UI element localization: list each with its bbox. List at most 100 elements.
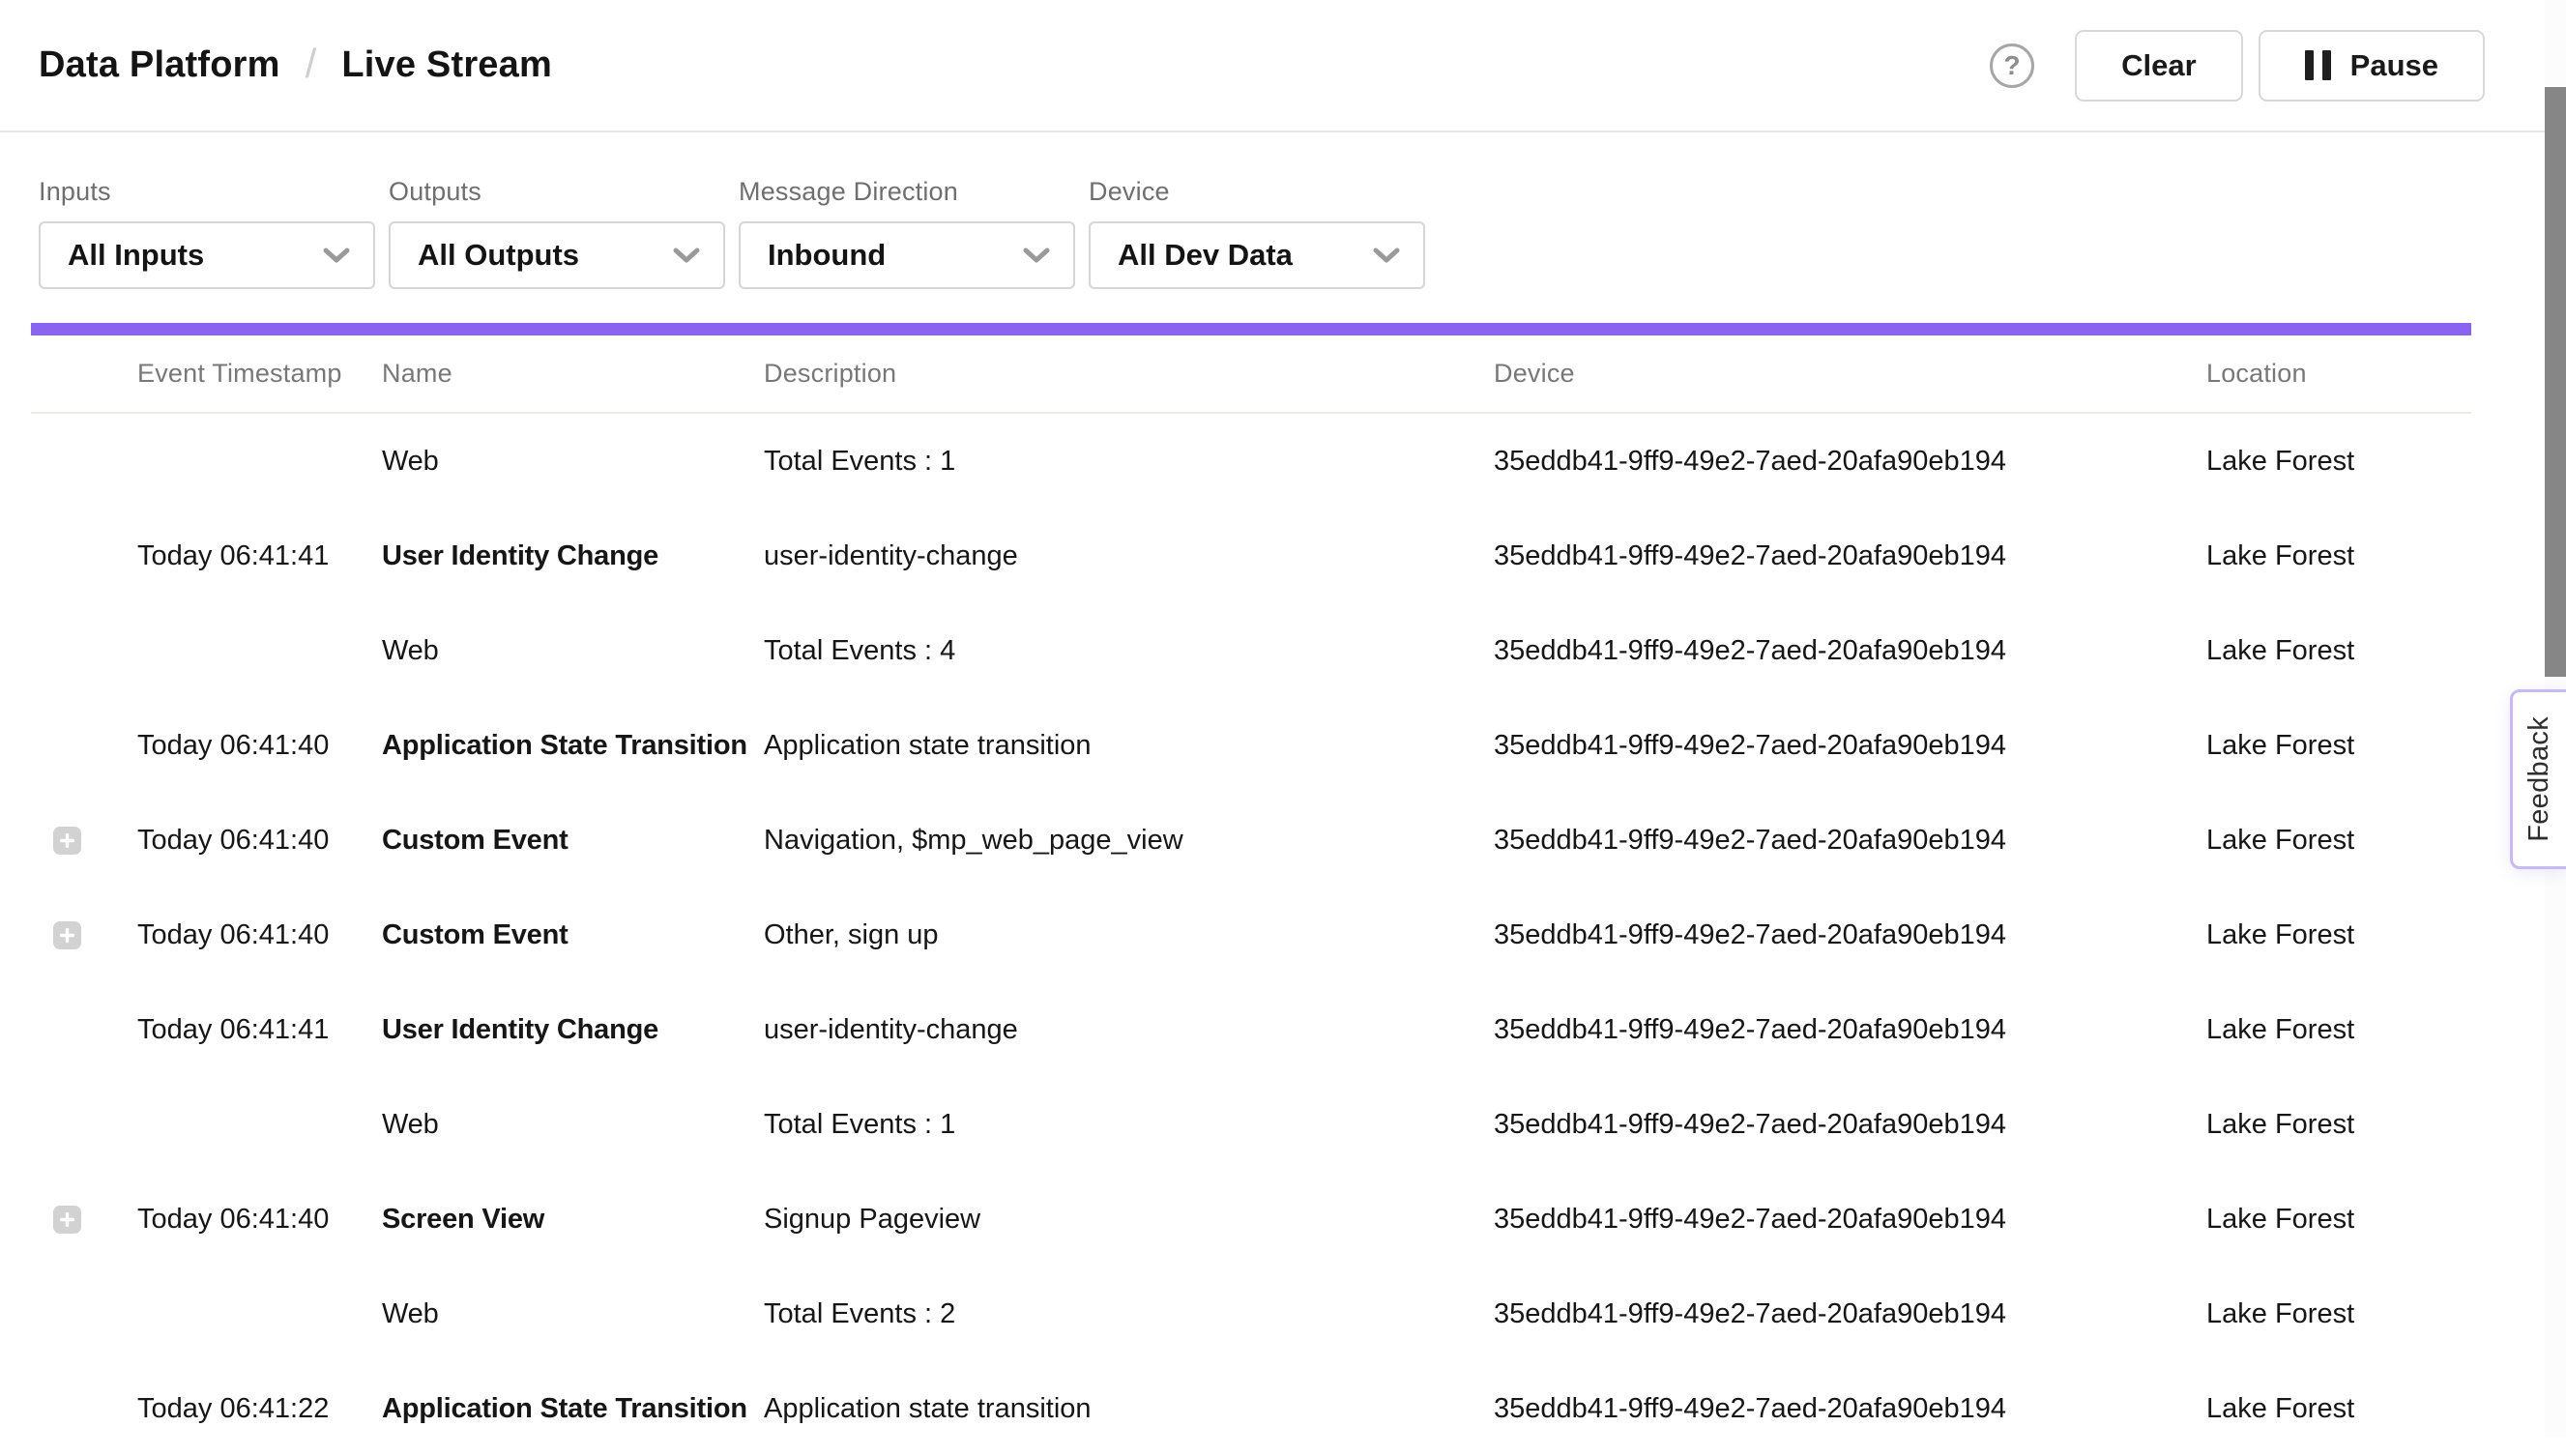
cell-description: Total Events : 2: [764, 1298, 1494, 1330]
feedback-tab[interactable]: Feedback: [2510, 689, 2566, 869]
cell-device: 35eddb41-9ff9-49e2-7aed-20afa90eb194: [1494, 446, 2206, 478]
filter-outputs-label: Outputs: [389, 177, 725, 207]
cell-location: Lake Forest: [2206, 825, 2471, 857]
accent-bar: [31, 323, 2471, 335]
cell-description: Application state transition: [764, 730, 1494, 762]
cell-device: 35eddb41-9ff9-49e2-7aed-20afa90eb194: [1494, 540, 2206, 572]
cell-timestamp: Today 06:41:41: [137, 540, 382, 572]
topbar-actions: ? Clear Pause: [1990, 30, 2485, 102]
table-row: Today 06:41:40 Custom Event Navigation, …: [31, 793, 2471, 888]
filter-inputs-label: Inputs: [39, 177, 375, 207]
help-icon[interactable]: ?: [1990, 44, 2034, 88]
cell-location: Lake Forest: [2206, 730, 2471, 762]
pause-button-label: Pause: [2350, 48, 2438, 83]
expand-row-button[interactable]: [53, 921, 81, 949]
filter-outputs: Outputs All Outputs: [389, 177, 725, 289]
column-header-event-timestamp: Event Timestamp: [137, 359, 382, 389]
table-row: Web Total Events : 1 35eddb41-9ff9-49e2-…: [31, 414, 2471, 509]
breadcrumb-separator: /: [306, 41, 317, 87]
cell-device: 35eddb41-9ff9-49e2-7aed-20afa90eb194: [1494, 730, 2206, 762]
inputs-select-value: All Inputs: [68, 238, 204, 273]
inputs-select[interactable]: All Inputs: [39, 221, 375, 289]
live-stream-table: Event Timestamp Name Description Device …: [31, 323, 2471, 1456]
cell-device: 35eddb41-9ff9-49e2-7aed-20afa90eb194: [1494, 1109, 2206, 1141]
breadcrumb-data-platform[interactable]: Data Platform: [39, 44, 280, 86]
feedback-tab-label: Feedback: [2523, 716, 2555, 842]
device-select[interactable]: All Dev Data: [1089, 221, 1425, 289]
cell-location: Lake Forest: [2206, 1014, 2471, 1046]
cell-name: User Identity Change: [382, 540, 764, 572]
filter-message-direction-label: Message Direction: [739, 177, 1075, 207]
cell-device: 35eddb41-9ff9-49e2-7aed-20afa90eb194: [1494, 1204, 2206, 1236]
cell-name: Application State Transition: [382, 1393, 764, 1425]
filter-message-direction: Message Direction Inbound: [739, 177, 1075, 289]
cell-location: Lake Forest: [2206, 446, 2471, 478]
cell-name: Custom Event: [382, 825, 764, 857]
cell-location: Lake Forest: [2206, 1204, 2471, 1236]
cell-location: Lake Forest: [2206, 540, 2471, 572]
filter-device: Device All Dev Data: [1089, 177, 1425, 289]
chevron-down-icon: [673, 248, 700, 264]
table-row: Web Total Events : 1 35eddb41-9ff9-49e2-…: [31, 1077, 2471, 1172]
table-row: Web Total Events : 2 35eddb41-9ff9-49e2-…: [31, 1267, 2471, 1361]
table-row: Web Total Events : 4 35eddb41-9ff9-49e2-…: [31, 603, 2471, 698]
cell-description: Navigation, $mp_web_page_view: [764, 825, 1494, 857]
cell-description: Application state transition: [764, 1393, 1494, 1425]
filter-device-label: Device: [1089, 177, 1425, 207]
chevron-down-icon: [1023, 248, 1050, 264]
cell-description: Total Events : 4: [764, 635, 1494, 667]
outputs-select-value: All Outputs: [418, 238, 579, 273]
cell-location: Lake Forest: [2206, 919, 2471, 951]
cell-location: Lake Forest: [2206, 1109, 2471, 1141]
cell-name: Web: [382, 1109, 764, 1141]
message-direction-select[interactable]: Inbound: [739, 221, 1075, 289]
cell-name: Web: [382, 446, 764, 478]
cell-description: Other, sign up: [764, 919, 1494, 951]
cell-device: 35eddb41-9ff9-49e2-7aed-20afa90eb194: [1494, 635, 2206, 667]
cell-location: Lake Forest: [2206, 635, 2471, 667]
cell-device: 35eddb41-9ff9-49e2-7aed-20afa90eb194: [1494, 1014, 2206, 1046]
filter-bar: Inputs All Inputs Outputs All Outputs Me…: [0, 132, 2566, 289]
top-bar: Data Platform / Live Stream ? Clear Paus…: [0, 0, 2566, 132]
table-row: Today 06:41:41 User Identity Change user…: [31, 982, 2471, 1077]
column-header-location: Location: [2206, 359, 2471, 389]
expand-row-button[interactable]: [53, 1206, 81, 1234]
cell-description: Total Events : 1: [764, 1109, 1494, 1141]
expand-row-button[interactable]: [53, 827, 81, 855]
filter-inputs: Inputs All Inputs: [39, 177, 375, 289]
clear-button[interactable]: Clear: [2075, 30, 2243, 102]
column-header-description: Description: [764, 359, 1494, 389]
clear-button-label: Clear: [2121, 48, 2197, 83]
cell-device: 35eddb41-9ff9-49e2-7aed-20afa90eb194: [1494, 825, 2206, 857]
table-body: Web Total Events : 1 35eddb41-9ff9-49e2-…: [31, 414, 2471, 1456]
cell-name: Web: [382, 635, 764, 667]
cell-timestamp: Today 06:41:41: [137, 1014, 382, 1046]
cell-location: Lake Forest: [2206, 1393, 2471, 1425]
outputs-select[interactable]: All Outputs: [389, 221, 725, 289]
cell-timestamp: Today 06:41:22: [137, 1393, 382, 1425]
cell-description: user-identity-change: [764, 540, 1494, 572]
table-row: Today 06:41:40 Application State Transit…: [31, 698, 2471, 793]
cell-timestamp: Today 06:41:40: [137, 919, 382, 951]
cell-name: Screen View: [382, 1204, 764, 1236]
cell-description: user-identity-change: [764, 1014, 1494, 1046]
table-row: Today 06:41:22 Application State Transit…: [31, 1361, 2471, 1456]
cell-description: Signup Pageview: [764, 1204, 1494, 1236]
table-row: Today 06:41:41 User Identity Change user…: [31, 509, 2471, 603]
table-row: Today 06:41:40 Screen View Signup Pagevi…: [31, 1172, 2471, 1267]
breadcrumb: Data Platform / Live Stream: [39, 43, 552, 89]
table-row: Today 06:41:40 Custom Event Other, sign …: [31, 888, 2471, 982]
cell-device: 35eddb41-9ff9-49e2-7aed-20afa90eb194: [1494, 1298, 2206, 1330]
breadcrumb-live-stream: Live Stream: [341, 44, 552, 86]
device-select-value: All Dev Data: [1118, 238, 1293, 273]
cell-name: Web: [382, 1298, 764, 1330]
pause-icon: [2305, 50, 2331, 80]
cell-name: User Identity Change: [382, 1014, 764, 1046]
scrollbar-thumb[interactable]: [2545, 87, 2566, 677]
cell-timestamp: Today 06:41:40: [137, 1204, 382, 1236]
table-header-row: Event Timestamp Name Description Device …: [31, 335, 2471, 414]
cell-location: Lake Forest: [2206, 1298, 2471, 1330]
cell-device: 35eddb41-9ff9-49e2-7aed-20afa90eb194: [1494, 919, 2206, 951]
pause-button[interactable]: Pause: [2259, 30, 2485, 102]
cell-timestamp: Today 06:41:40: [137, 825, 382, 857]
